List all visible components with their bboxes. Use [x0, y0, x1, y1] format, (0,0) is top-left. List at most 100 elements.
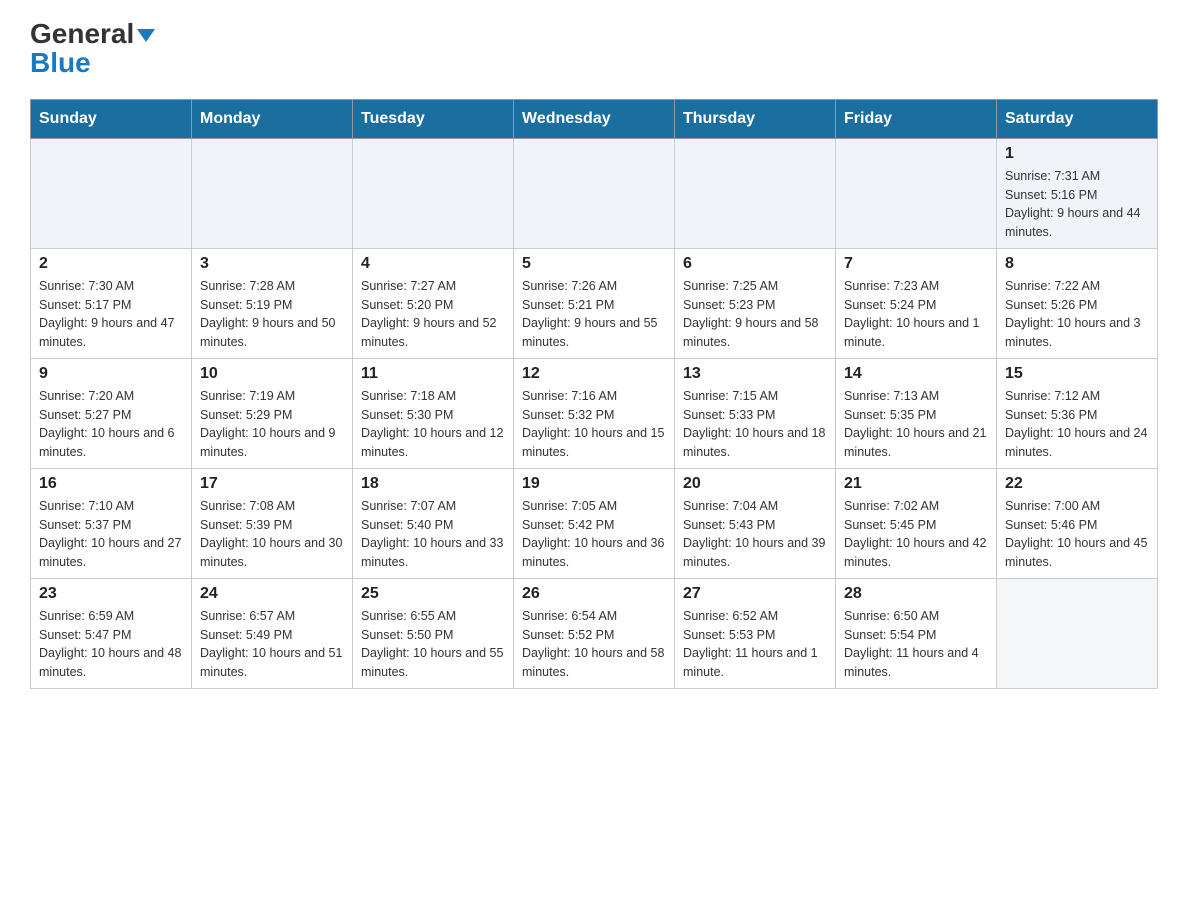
calendar-day-cell: 22 Sunrise: 7:00 AMSunset: 5:46 PMDayligh…	[997, 468, 1158, 578]
day-number: 1	[1005, 145, 1149, 163]
calendar-day-cell: 6Sunrise: 7:25 AMSunset: 5:23 PMDaylight…	[675, 248, 836, 358]
day-info: Sunrise: 6:55 AMSunset: 5:50 PMDaylight:…	[361, 607, 505, 682]
calendar-day-cell: 7 Sunrise: 7:23 AMSunset: 5:24 PMDaylight…	[836, 248, 997, 358]
day-number: 11	[361, 365, 505, 383]
calendar-week-row: 23 Sunrise: 6:59 AMSunset: 5:47 PMDayligh…	[31, 578, 1158, 688]
calendar-day-cell: 8 Sunrise: 7:22 AMSunset: 5:26 PMDaylight…	[997, 248, 1158, 358]
day-info: Sunrise: 7:15 AMSunset: 5:33 PMDaylight:…	[683, 387, 827, 462]
day-of-week-header: Friday	[836, 99, 997, 138]
day-info: Sunrise: 6:57 AMSunset: 5:49 PMDaylight:…	[200, 607, 344, 682]
calendar-day-cell	[353, 138, 514, 248]
day-number: 23	[39, 585, 183, 603]
calendar-day-cell: 23 Sunrise: 6:59 AMSunset: 5:47 PMDayligh…	[31, 578, 192, 688]
calendar-header-row: SundayMondayTuesdayWednesdayThursdayFrid…	[31, 99, 1158, 138]
day-number: 5	[522, 255, 666, 273]
day-number: 22	[1005, 475, 1149, 493]
day-of-week-header: Monday	[192, 99, 353, 138]
day-info: Sunrise: 7:18 AMSunset: 5:30 PMDaylight:…	[361, 387, 505, 462]
day-number: 12	[522, 365, 666, 383]
calendar-week-row: 1 Sunrise: 7:31 AMSunset: 5:16 PMDaylight…	[31, 138, 1158, 248]
calendar-day-cell: 21Sunrise: 7:02 AMSunset: 5:45 PMDayligh…	[836, 468, 997, 578]
day-number: 20	[683, 475, 827, 493]
day-of-week-header: Saturday	[997, 99, 1158, 138]
page-header: General Blue	[30, 20, 1158, 79]
day-number: 13	[683, 365, 827, 383]
calendar-day-cell: 9 Sunrise: 7:20 AMSunset: 5:27 PMDaylight…	[31, 358, 192, 468]
calendar-day-cell	[675, 138, 836, 248]
calendar-day-cell: 10 Sunrise: 7:19 AMSunset: 5:29 PMDayligh…	[192, 358, 353, 468]
day-info: Sunrise: 6:52 AMSunset: 5:53 PMDaylight:…	[683, 607, 827, 682]
calendar-day-cell: 14 Sunrise: 7:13 AMSunset: 5:35 PMDayligh…	[836, 358, 997, 468]
calendar-day-cell: 3 Sunrise: 7:28 AMSunset: 5:19 PMDaylight…	[192, 248, 353, 358]
day-info: Sunrise: 6:59 AMSunset: 5:47 PMDaylight:…	[39, 607, 183, 682]
day-number: 4	[361, 255, 505, 273]
day-info: Sunrise: 7:25 AMSunset: 5:23 PMDaylight:…	[683, 277, 827, 352]
calendar-week-row: 16 Sunrise: 7:10 AMSunset: 5:37 PMDayligh…	[31, 468, 1158, 578]
day-info: Sunrise: 7:16 AMSunset: 5:32 PMDaylight:…	[522, 387, 666, 462]
logo-name: General	[30, 20, 155, 48]
calendar-day-cell	[997, 578, 1158, 688]
day-of-week-header: Sunday	[31, 99, 192, 138]
day-info: Sunrise: 7:23 AMSunset: 5:24 PMDaylight:…	[844, 277, 988, 352]
day-info: Sunrise: 6:50 AMSunset: 5:54 PMDaylight:…	[844, 607, 988, 682]
calendar-day-cell: 19Sunrise: 7:05 AMSunset: 5:42 PMDayligh…	[514, 468, 675, 578]
day-info: Sunrise: 7:10 AMSunset: 5:37 PMDaylight:…	[39, 497, 183, 572]
day-info: Sunrise: 7:12 AMSunset: 5:36 PMDaylight:…	[1005, 387, 1149, 462]
day-number: 10	[200, 365, 344, 383]
day-number: 25	[361, 585, 505, 603]
day-of-week-header: Tuesday	[353, 99, 514, 138]
day-info: Sunrise: 7:30 AMSunset: 5:17 PMDaylight:…	[39, 277, 183, 352]
calendar-day-cell	[31, 138, 192, 248]
calendar-day-cell: 15 Sunrise: 7:12 AMSunset: 5:36 PMDayligh…	[997, 358, 1158, 468]
calendar-day-cell: 12 Sunrise: 7:16 AMSunset: 5:32 PMDayligh…	[514, 358, 675, 468]
day-number: 8	[1005, 255, 1149, 273]
day-number: 17	[200, 475, 344, 493]
day-number: 18	[361, 475, 505, 493]
calendar-day-cell: 1 Sunrise: 7:31 AMSunset: 5:16 PMDaylight…	[997, 138, 1158, 248]
logo-blue: Blue	[30, 48, 91, 79]
calendar-day-cell: 11 Sunrise: 7:18 AMSunset: 5:30 PMDayligh…	[353, 358, 514, 468]
day-info: Sunrise: 7:08 AMSunset: 5:39 PMDaylight:…	[200, 497, 344, 572]
calendar-day-cell: 2 Sunrise: 7:30 AMSunset: 5:17 PMDaylight…	[31, 248, 192, 358]
day-number: 7	[844, 255, 988, 273]
calendar-day-cell: 16 Sunrise: 7:10 AMSunset: 5:37 PMDayligh…	[31, 468, 192, 578]
calendar-day-cell: 25 Sunrise: 6:55 AMSunset: 5:50 PMDayligh…	[353, 578, 514, 688]
calendar-day-cell: 17 Sunrise: 7:08 AMSunset: 5:39 PMDayligh…	[192, 468, 353, 578]
day-info: Sunrise: 7:20 AMSunset: 5:27 PMDaylight:…	[39, 387, 183, 462]
day-number: 16	[39, 475, 183, 493]
day-number: 2	[39, 255, 183, 273]
calendar-day-cell	[514, 138, 675, 248]
day-info: Sunrise: 7:19 AMSunset: 5:29 PMDaylight:…	[200, 387, 344, 462]
calendar-table: SundayMondayTuesdayWednesdayThursdayFrid…	[30, 99, 1158, 689]
day-info: Sunrise: 7:04 AMSunset: 5:43 PMDaylight:…	[683, 497, 827, 572]
day-number: 19	[522, 475, 666, 493]
day-info: Sunrise: 7:28 AMSunset: 5:19 PMDaylight:…	[200, 277, 344, 352]
day-info: Sunrise: 7:07 AMSunset: 5:40 PMDaylight:…	[361, 497, 505, 572]
day-info: Sunrise: 7:22 AMSunset: 5:26 PMDaylight:…	[1005, 277, 1149, 352]
day-info: Sunrise: 7:13 AMSunset: 5:35 PMDaylight:…	[844, 387, 988, 462]
calendar-day-cell: 18 Sunrise: 7:07 AMSunset: 5:40 PMDayligh…	[353, 468, 514, 578]
day-number: 15	[1005, 365, 1149, 383]
day-of-week-header: Thursday	[675, 99, 836, 138]
day-info: Sunrise: 7:31 AMSunset: 5:16 PMDaylight:…	[1005, 167, 1149, 242]
day-info: Sunrise: 7:00 AMSunset: 5:46 PMDaylight:…	[1005, 497, 1149, 572]
calendar-day-cell: 20 Sunrise: 7:04 AMSunset: 5:43 PMDayligh…	[675, 468, 836, 578]
calendar-day-cell: 24 Sunrise: 6:57 AMSunset: 5:49 PMDayligh…	[192, 578, 353, 688]
day-info: Sunrise: 7:26 AMSunset: 5:21 PMDaylight:…	[522, 277, 666, 352]
calendar-week-row: 9 Sunrise: 7:20 AMSunset: 5:27 PMDaylight…	[31, 358, 1158, 468]
day-number: 14	[844, 365, 988, 383]
calendar-week-row: 2 Sunrise: 7:30 AMSunset: 5:17 PMDaylight…	[31, 248, 1158, 358]
day-number: 21	[844, 475, 988, 493]
day-of-week-header: Wednesday	[514, 99, 675, 138]
day-number: 9	[39, 365, 183, 383]
day-number: 3	[200, 255, 344, 273]
day-info: Sunrise: 6:54 AMSunset: 5:52 PMDaylight:…	[522, 607, 666, 682]
calendar-day-cell	[836, 138, 997, 248]
day-number: 28	[844, 585, 988, 603]
calendar-day-cell: 28 Sunrise: 6:50 AMSunset: 5:54 PMDayligh…	[836, 578, 997, 688]
calendar-day-cell: 5 Sunrise: 7:26 AMSunset: 5:21 PMDaylight…	[514, 248, 675, 358]
calendar-day-cell: 4 Sunrise: 7:27 AMSunset: 5:20 PMDaylight…	[353, 248, 514, 358]
day-info: Sunrise: 7:27 AMSunset: 5:20 PMDaylight:…	[361, 277, 505, 352]
calendar-day-cell: 26Sunrise: 6:54 AMSunset: 5:52 PMDayligh…	[514, 578, 675, 688]
day-number: 24	[200, 585, 344, 603]
